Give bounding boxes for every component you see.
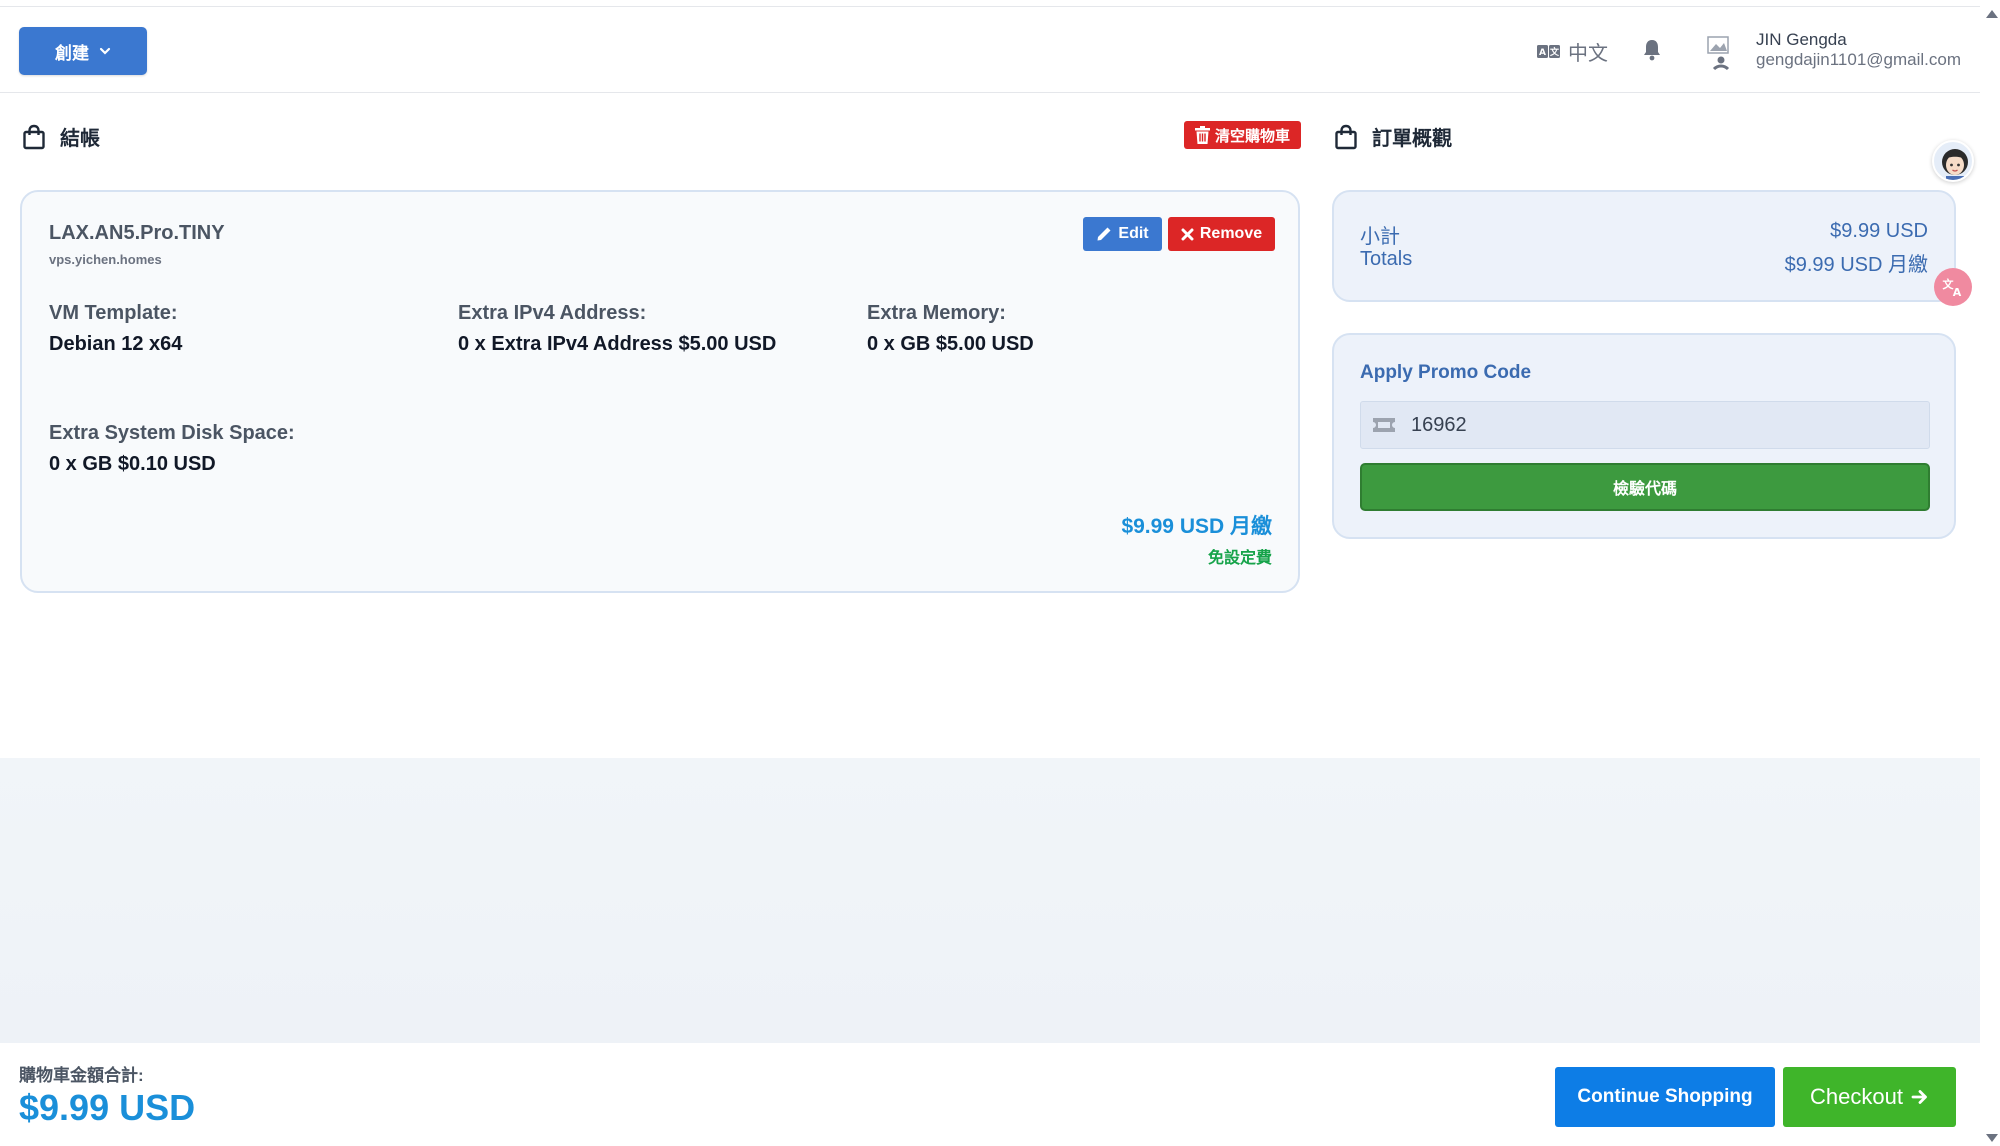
create-dropdown-button[interactable]: 創建: [19, 27, 147, 75]
totals-label: Totals: [1360, 248, 1413, 270]
translate-button[interactable]: 文 A: [1934, 268, 1972, 306]
validate-code-label: 檢驗代碼: [1612, 481, 1677, 498]
option-extra-disk: Extra System Disk Space: 0 x GB $0.10 US…: [49, 422, 295, 476]
checkout-title: 結帳: [22, 122, 100, 151]
edit-label: Edit: [1118, 225, 1149, 242]
svg-text:A: A: [1539, 48, 1546, 58]
language-label: 中文: [1568, 43, 1608, 65]
scroll-up-arrow-icon[interactable]: [1986, 10, 1998, 18]
promo-code-card: Apply Promo Code 檢驗代碼: [1332, 333, 1956, 539]
promo-code-field[interactable]: [1360, 401, 1930, 449]
chevron-down-icon: [99, 47, 111, 55]
svg-text:文: 文: [1549, 46, 1560, 58]
assistant-avatar[interactable]: [1932, 140, 1974, 182]
arrow-right-icon: [1911, 1090, 1927, 1104]
order-summary-title-text: 訂單概觀: [1372, 128, 1452, 150]
svg-text:A: A: [1953, 286, 1962, 299]
option-label: VM Template:: [49, 302, 178, 324]
trash-icon: [1194, 126, 1210, 144]
page-scrollbar[interactable]: [1982, 0, 2000, 1146]
checkout-label: Checkout: [1810, 1084, 1903, 1109]
shopping-bag-icon: [23, 124, 45, 149]
option-value: Debian 12 x64: [49, 333, 183, 355]
product-price: $9.99 USD 月繳: [1121, 515, 1272, 538]
user-name[interactable]: JIN Gengda: [1756, 30, 1847, 50]
option-label: Extra System Disk Space:: [49, 422, 295, 444]
option-vm-template: VM Template: Debian 12 x64: [49, 302, 182, 356]
promo-title: Apply Promo Code: [1360, 362, 1532, 383]
cart-total-label: 購物車金額合計:: [19, 1066, 144, 1085]
close-icon: [1181, 228, 1194, 240]
promo-code-input[interactable]: [1409, 412, 1909, 438]
option-label: Extra Memory:: [867, 302, 1006, 324]
user-email: gengdajin1101@gmail.com: [1756, 50, 1962, 69]
cart-item-card: LAX.AN5.Pro.TINY vps.yichen.homes Edit R…: [20, 190, 1300, 593]
checkout-button[interactable]: Checkout: [1783, 1067, 1956, 1127]
option-value: 0 x GB $5.00 USD: [867, 333, 1034, 355]
totals-value: $9.99 USD 月繳: [1784, 254, 1928, 276]
ticket-icon: [1373, 418, 1395, 432]
validate-code-button[interactable]: 檢驗代碼: [1360, 463, 1930, 511]
option-value: 0 x Extra IPv4 Address $5.00 USD: [458, 333, 777, 355]
option-label: Extra IPv4 Address:: [458, 302, 647, 324]
translate-icon: A 文: [1537, 44, 1560, 58]
checkout-title-text: 結帳: [60, 128, 100, 150]
product-name: LAX.AN5.Pro.TINY: [49, 222, 225, 244]
top-header: 創建 A 文 中文 JIN Gengda gengdajin1101@gmail…: [0, 7, 1980, 93]
broken-image-icon: [1707, 36, 1730, 71]
order-summary-card: 小計 $9.99 USD Totals $9.99 USD 月繳: [1332, 190, 1956, 302]
assistant-face-icon: [1942, 149, 1968, 180]
cart-footer: 購物車金額合計: $9.99 USD Continue Shopping Che…: [0, 1043, 1980, 1146]
pencil-icon: [1097, 227, 1111, 241]
clear-cart-label: 清空購物車: [1214, 127, 1290, 145]
create-button-label: 創建: [55, 43, 89, 63]
cart-total-value: $9.99 USD: [19, 1087, 196, 1128]
shopping-bag-icon: [1335, 124, 1357, 149]
scroll-down-arrow-icon[interactable]: [1986, 1134, 1998, 1142]
setup-fee-note: 免設定費: [1207, 550, 1272, 567]
edit-item-button[interactable]: Edit: [1083, 217, 1162, 251]
subtotal-value: $9.99 USD: [1830, 220, 1928, 242]
bell-icon[interactable]: [1640, 37, 1664, 63]
continue-shopping-button[interactable]: Continue Shopping: [1555, 1067, 1775, 1127]
language-switcher[interactable]: A 文 中文: [1536, 37, 1608, 66]
totals-row: Totals $9.99 USD 月繳: [1360, 248, 1928, 277]
empty-content-area: [0, 758, 1980, 1043]
option-value: 0 x GB $0.10 USD: [49, 453, 216, 475]
option-extra-memory: Extra Memory: 0 x GB $5.00 USD: [867, 302, 1034, 356]
remove-label: Remove: [1199, 225, 1263, 242]
avatar[interactable]: [1700, 29, 1744, 77]
remove-item-button[interactable]: Remove: [1168, 217, 1275, 251]
option-extra-ipv4: Extra IPv4 Address: 0 x Extra IPv4 Addre…: [458, 302, 776, 356]
subtotal-row: 小計 $9.99 USD: [1360, 220, 1928, 249]
product-hostname: vps.yichen.homes: [49, 252, 162, 267]
clear-cart-button[interactable]: 清空購物車: [1184, 121, 1301, 149]
subtotal-label: 小計: [1360, 226, 1400, 248]
translate-icon: 文 A: [1943, 277, 1962, 299]
continue-shopping-label: Continue Shopping: [1577, 1086, 1753, 1107]
order-summary-title: 訂單概觀: [1334, 122, 1452, 151]
